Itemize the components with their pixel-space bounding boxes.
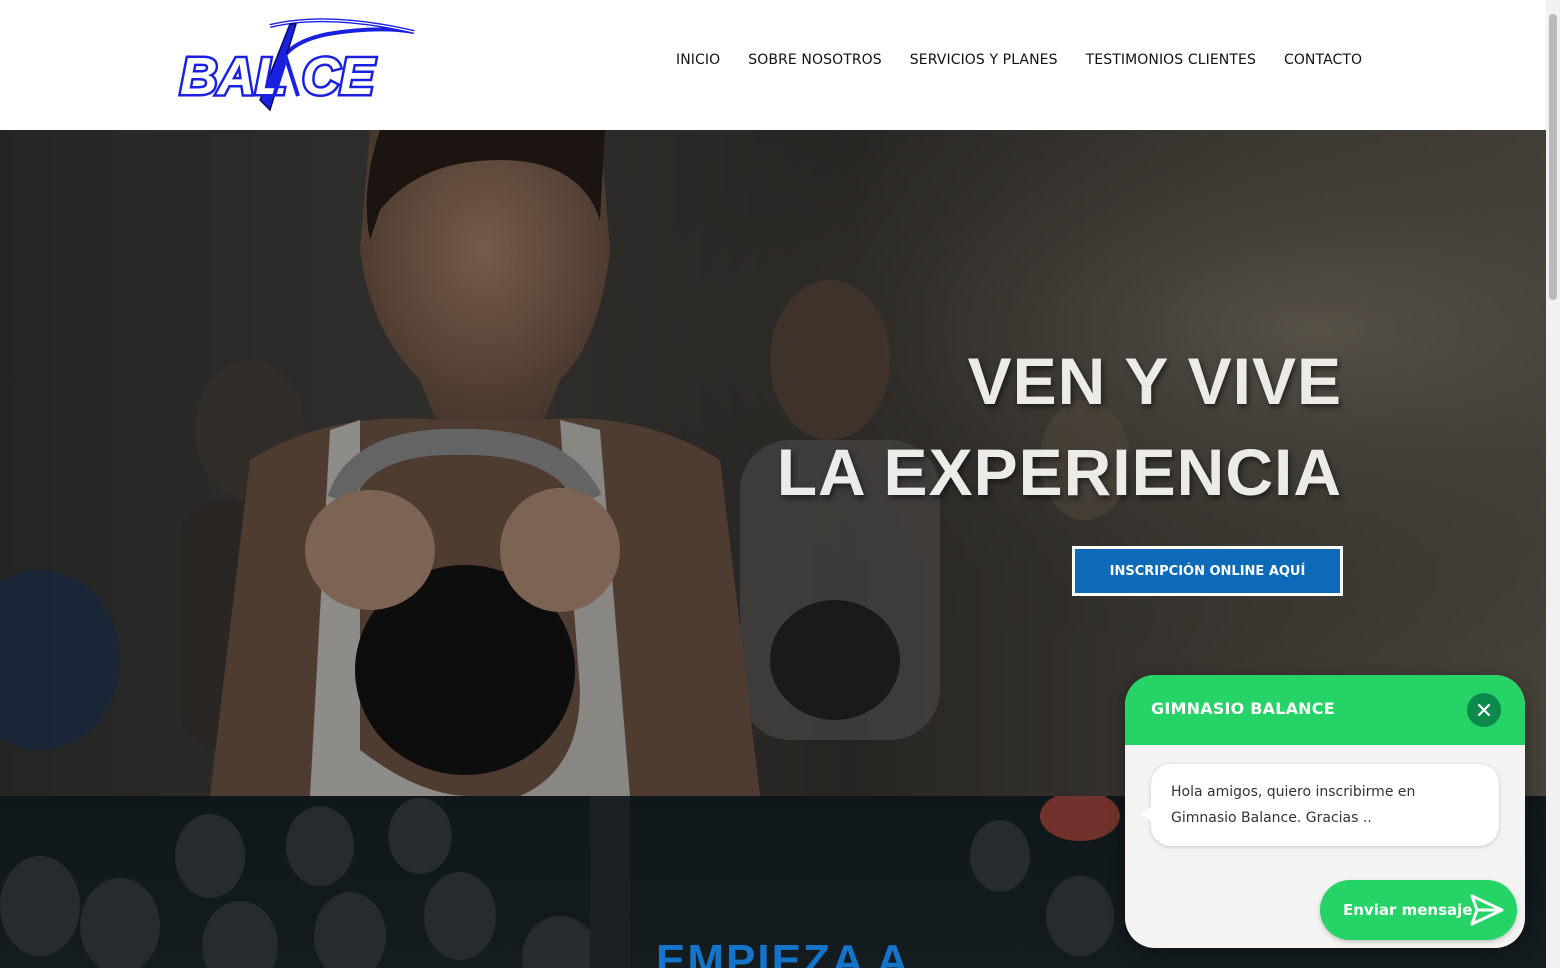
scrollbar-thumb[interactable] <box>1549 14 1557 300</box>
send-icon <box>1470 894 1504 926</box>
whatsapp-chat-widget: GIMNASIO BALANCE Hola amigos, quiero ins… <box>1125 675 1525 948</box>
send-message-button[interactable]: Enviar mensaje <box>1320 880 1517 940</box>
send-message-label: Enviar mensaje <box>1343 901 1473 919</box>
online-signup-button[interactable]: INSCRIPCIÓN ONLINE AQUÍ <box>1072 546 1343 596</box>
hero-title-line-2: LA EXPERIENCIA <box>776 435 1342 509</box>
logo-graphic: BAL CE <box>178 18 415 112</box>
chat-header: GIMNASIO BALANCE <box>1125 675 1525 745</box>
page-scrollbar[interactable] <box>1546 0 1560 968</box>
svg-text:BAL: BAL <box>180 48 287 106</box>
site-header: BAL CE INICIO SOBRE NOSOTROS SERVICIOS Y… <box>0 0 1546 130</box>
nav-item-servicios-y-planes[interactable]: SERVICIOS Y PLANES <box>910 52 1058 68</box>
hero-title: VEN Y VIVE LA EXPERIENCIA <box>777 336 1342 518</box>
nav-item-sobre-nosotros[interactable]: SOBRE NOSOTROS <box>748 52 882 68</box>
main-nav: INICIO SOBRE NOSOTROS SERVICIOS Y PLANES… <box>662 52 1376 68</box>
section-title: EMPIEZA A <box>656 936 911 968</box>
chat-close-button[interactable] <box>1467 693 1501 727</box>
balance-logo[interactable]: BAL CE <box>178 14 418 114</box>
hero-title-line-1: VEN Y VIVE <box>967 344 1342 418</box>
nav-item-inicio[interactable]: INICIO <box>676 52 720 68</box>
nav-item-contacto[interactable]: CONTACTO <box>1284 52 1362 68</box>
chat-message-bubble[interactable]: Hola amigos, quiero inscribirme en Gimna… <box>1141 764 1499 846</box>
close-icon <box>1477 703 1491 717</box>
svg-text:CE: CE <box>302 48 376 106</box>
nav-item-testimonios-clientes[interactable]: TESTIMONIOS CLIENTES <box>1086 52 1256 68</box>
chat-title: GIMNASIO BALANCE <box>1151 699 1335 718</box>
